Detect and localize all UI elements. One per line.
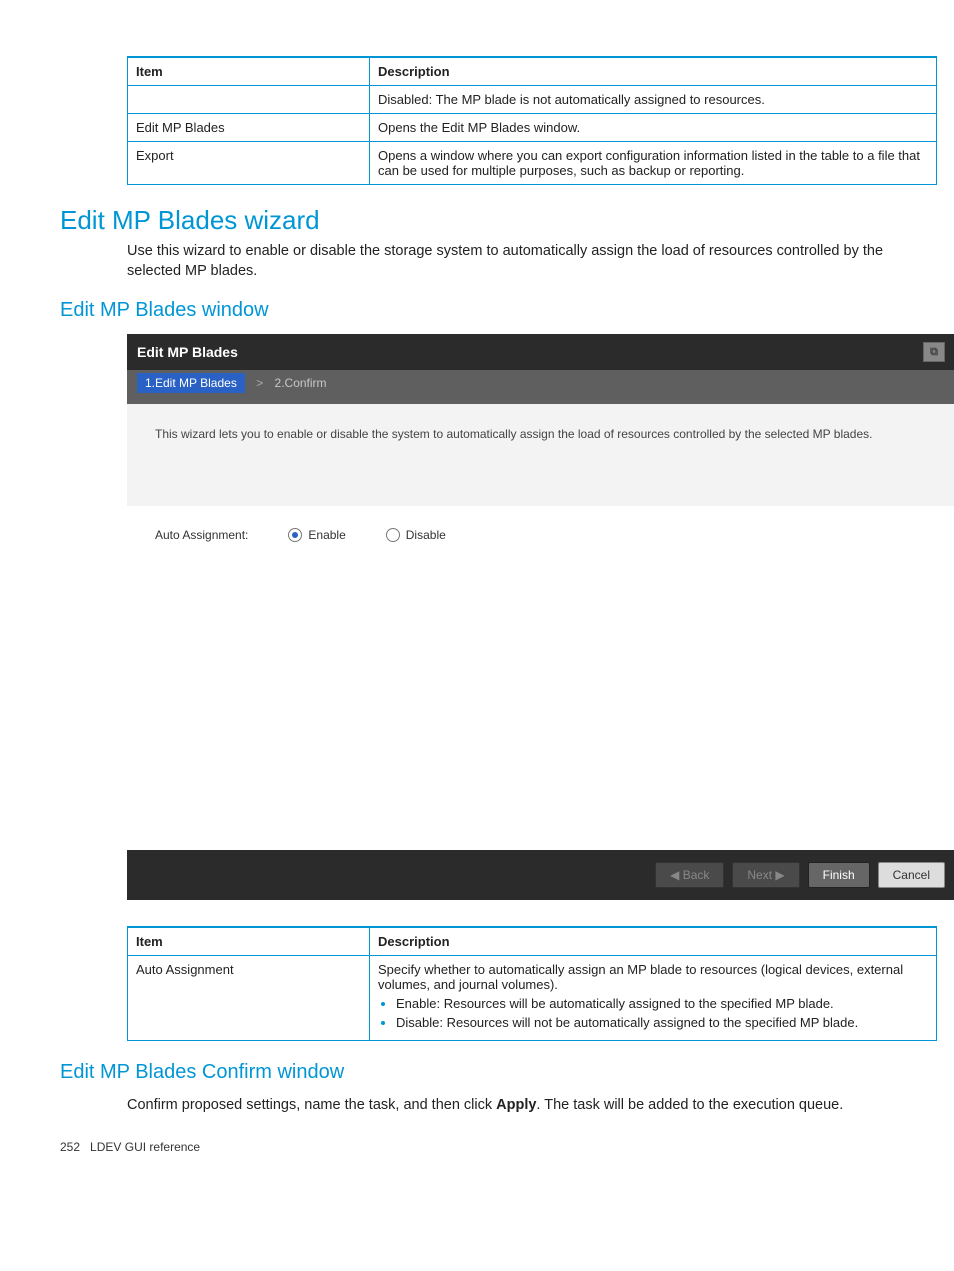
section-title-edit-mp-blades-wizard: Edit MP Blades wizard — [60, 205, 934, 236]
table2-header-desc: Description — [370, 927, 937, 956]
edit-mp-blades-screenshot: Edit MP Blades ⧉ 1.Edit MP Blades > 2.Co… — [127, 334, 954, 900]
table-row: Auto Assignment Specify whether to autom… — [128, 956, 937, 1041]
subsection-title-confirm-window: Edit MP Blades Confirm window — [60, 1061, 934, 1084]
radio-disable-label: Disable — [406, 528, 446, 542]
wizard-description: This wizard lets you to enable or disabl… — [127, 404, 954, 506]
next-button[interactable]: Next ▶ — [732, 862, 799, 888]
wizard-footer: ◀ Back Next ▶ Finish Cancel — [127, 850, 954, 900]
table1-header-item: Item — [128, 57, 370, 86]
back-button[interactable]: ◀ Back — [655, 862, 724, 888]
dialog-titlebar: Edit MP Blades ⧉ — [127, 334, 954, 370]
radio-disable[interactable]: Disable — [386, 528, 446, 542]
auto-assignment-label: Auto Assignment: — [155, 528, 248, 542]
window-button-icon[interactable]: ⧉ — [923, 342, 945, 362]
radio-dot-icon — [386, 528, 400, 542]
table-row: Edit MP Blades Opens the Edit MP Blades … — [128, 114, 937, 142]
table2-desc: Specify whether to automatically assign … — [370, 956, 937, 1041]
radio-dot-icon — [288, 528, 302, 542]
table2-header-item: Item — [128, 927, 370, 956]
table2-desc-intro: Specify whether to automatically assign … — [378, 962, 928, 992]
wizard-options-area: Auto Assignment: Enable Disable — [127, 506, 954, 850]
finish-button[interactable]: Finish — [808, 862, 870, 888]
table2-item: Auto Assignment — [128, 956, 370, 1041]
wizard-steps: 1.Edit MP Blades > 2.Confirm — [127, 370, 954, 404]
wizard-step-separator: > — [256, 376, 263, 390]
table-row: Disabled: The MP blade is not automatica… — [128, 86, 937, 114]
dialog-title: Edit MP Blades — [137, 344, 238, 360]
subsection-title-edit-mp-blades-window: Edit MP Blades window — [60, 299, 934, 322]
confirm-window-body: Confirm proposed settings, name the task… — [127, 1096, 934, 1116]
page-footer: 252 LDEV GUI reference — [60, 1140, 934, 1154]
radio-enable[interactable]: Enable — [288, 528, 345, 542]
section-body: Use this wizard to enable or disable the… — [127, 242, 934, 281]
item-description-table-2: Item Description Auto Assignment Specify… — [127, 926, 937, 1041]
item-description-table-1: Item Description Disabled: The MP blade … — [127, 56, 937, 185]
radio-enable-label: Enable — [308, 528, 345, 542]
footer-reference: LDEV GUI reference — [90, 1140, 200, 1154]
table1-header-desc: Description — [370, 57, 937, 86]
table-row: Export Opens a window where you can expo… — [128, 142, 937, 185]
wizard-step-1[interactable]: 1.Edit MP Blades — [137, 373, 245, 393]
page-number: 252 — [60, 1140, 80, 1154]
wizard-step-2: 2.Confirm — [275, 376, 327, 390]
cancel-button[interactable]: Cancel — [878, 862, 945, 888]
table2-bullet-disable: Disable: Resources will not be automatic… — [396, 1015, 928, 1030]
table2-bullet-enable: Enable: Resources will be automatically … — [396, 996, 928, 1011]
